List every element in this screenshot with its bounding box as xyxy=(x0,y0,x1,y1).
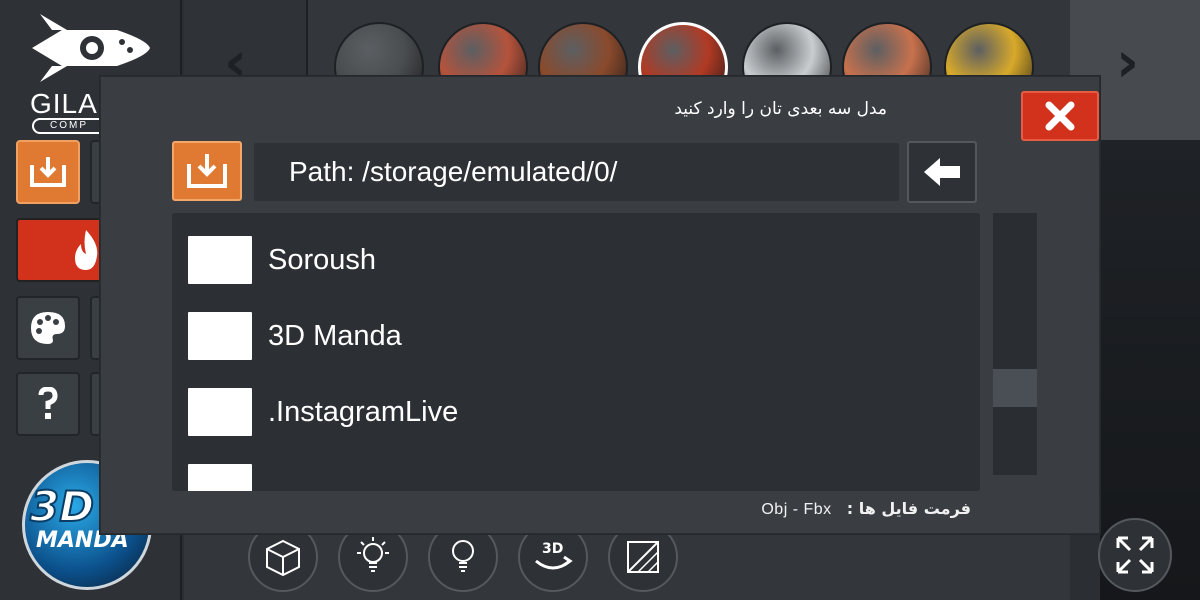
import-icon xyxy=(187,154,227,188)
scrollbar-track[interactable] xyxy=(993,213,1037,475)
format-info: فرمت فایل ها : Obj - Fbx xyxy=(761,499,971,519)
dialog-title: مدل سه بعدی تان را وارد کنید xyxy=(674,99,887,119)
import-icon xyxy=(30,157,66,187)
close-button[interactable] xyxy=(1021,91,1099,141)
import-model-dialog: مدل سه بعدی تان را وارد کنید Path: /stor… xyxy=(100,76,1100,534)
format-value: Obj - Fbx xyxy=(761,501,832,518)
list-item[interactable]: 3D Manda xyxy=(188,311,402,361)
chevron-right-icon[interactable]: › xyxy=(1116,30,1139,95)
cube-icon xyxy=(266,539,300,577)
folder-icon xyxy=(188,388,252,436)
list-item[interactable]: .InstagramLive xyxy=(188,387,458,437)
fire-button[interactable] xyxy=(16,218,106,282)
file-name: 3D Manda xyxy=(268,319,402,352)
close-icon xyxy=(1045,101,1075,131)
folder-icon xyxy=(188,236,252,284)
path-display: Path: /storage/emulated/0/ xyxy=(254,143,899,201)
file-list: Soroush 3D Manda .InstagramLive xyxy=(172,213,980,491)
fire-icon xyxy=(75,230,98,270)
import-button[interactable] xyxy=(172,141,242,201)
palette-icon xyxy=(31,312,65,344)
expand-icon xyxy=(1116,536,1154,574)
svg-text:3D: 3D xyxy=(542,541,563,557)
arrow-left-icon xyxy=(924,158,960,186)
fullscreen-button[interactable] xyxy=(1098,518,1172,592)
folder-icon xyxy=(188,312,252,360)
import-side-button[interactable] xyxy=(16,140,80,204)
format-label: فرمت فایل ها : xyxy=(846,499,971,518)
help-button[interactable] xyxy=(16,372,80,436)
brand-3d-text: 3D xyxy=(29,481,95,532)
palette-button[interactable] xyxy=(16,296,80,360)
lightbulb-icon xyxy=(452,540,474,572)
scrollbar-thumb[interactable] xyxy=(993,369,1037,407)
list-item[interactable] xyxy=(188,463,268,491)
back-button[interactable] xyxy=(907,141,977,203)
prev-material-area[interactable]: ‹ xyxy=(184,0,308,95)
question-icon xyxy=(38,387,58,419)
file-name: Soroush xyxy=(268,243,377,276)
lightbulb-bright-icon xyxy=(357,537,389,572)
wireframe-icon xyxy=(627,541,659,573)
rocket-logo-icon xyxy=(32,14,150,82)
list-item[interactable]: Soroush xyxy=(188,235,376,285)
rotate-3d-icon: 3D xyxy=(535,541,573,570)
folder-icon xyxy=(188,464,252,491)
file-name: .InstagramLive xyxy=(268,395,459,428)
